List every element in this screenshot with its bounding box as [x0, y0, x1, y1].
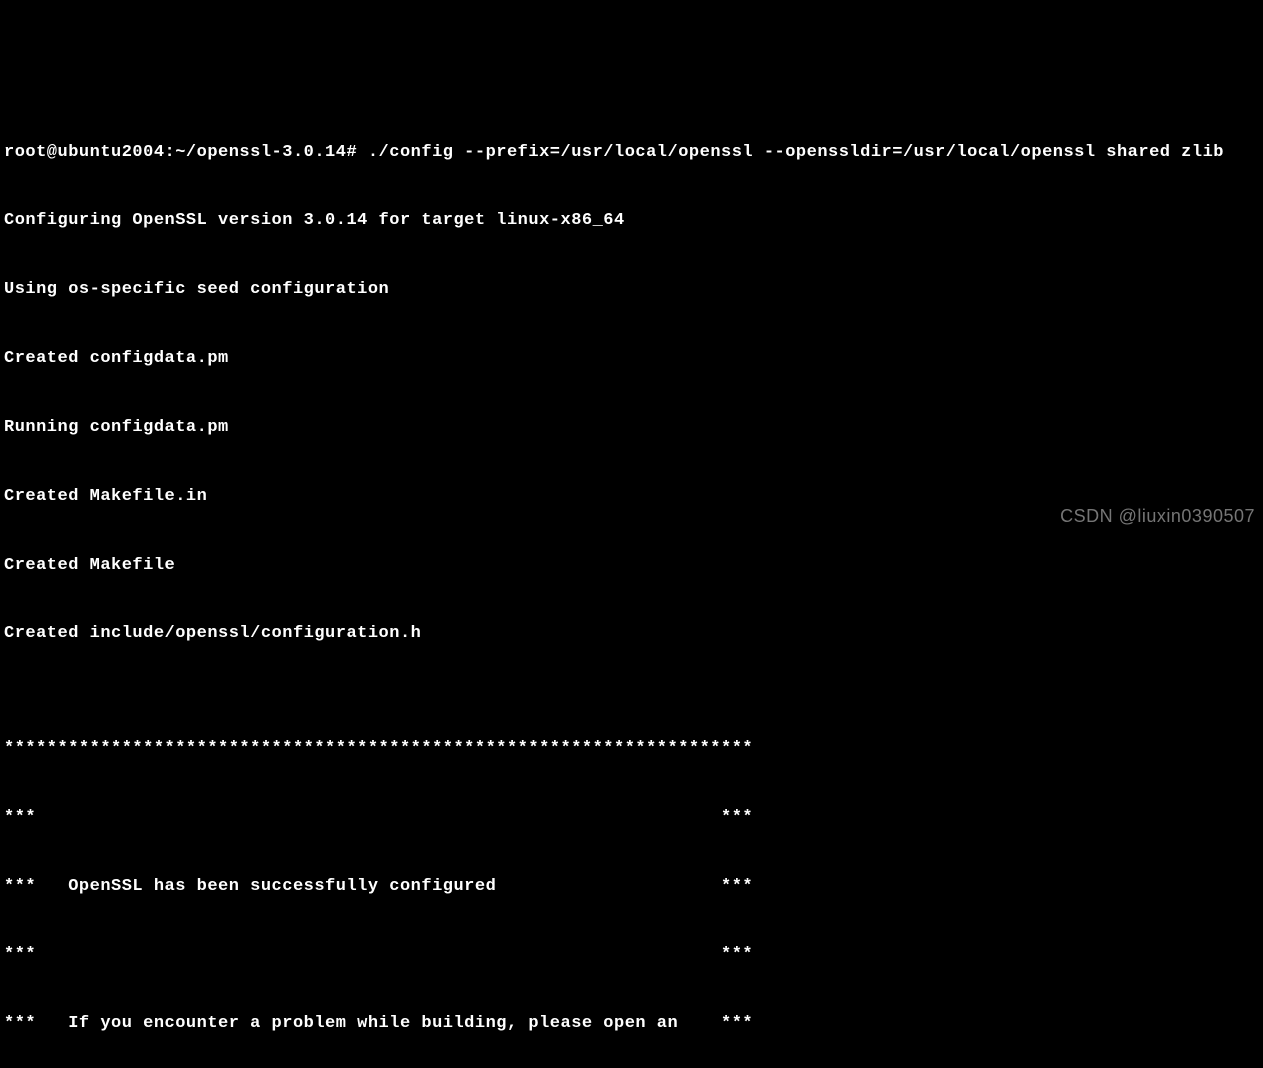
command-text: ./config --prefix=/usr/local/openssl --o… — [368, 143, 1224, 162]
output-line: Running configdata.pm — [4, 417, 1259, 440]
output-line: *** OpenSSL has been successfully config… — [4, 876, 1259, 899]
command-line: root@ubuntu2004:~/openssl-3.0.14# ./conf… — [4, 142, 1259, 165]
output-line: *** *** — [4, 944, 1259, 967]
shell-prompt: root@ubuntu2004:~/openssl-3.0.14# — [4, 143, 368, 162]
output-line: ****************************************… — [4, 738, 1259, 761]
watermark-text: CSDN @liuxin0390507 — [1060, 504, 1255, 528]
output-line: Created configdata.pm — [4, 348, 1259, 371]
output-line: Configuring OpenSSL version 3.0.14 for t… — [4, 210, 1259, 233]
output-line: *** *** — [4, 807, 1259, 830]
output-line: Using os-specific seed configuration — [4, 279, 1259, 302]
output-line: Created Makefile — [4, 555, 1259, 578]
output-line: Created include/openssl/configuration.h — [4, 623, 1259, 646]
output-line: *** If you encounter a problem while bui… — [4, 1013, 1259, 1036]
terminal-output[interactable]: root@ubuntu2004:~/openssl-3.0.14# ./conf… — [4, 96, 1259, 1068]
